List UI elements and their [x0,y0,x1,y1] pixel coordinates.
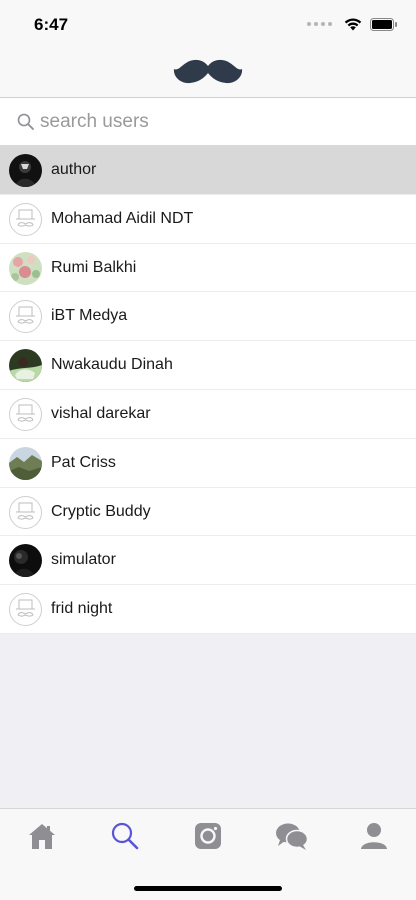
user-row[interactable]: simulator [0,536,416,586]
avatar [9,154,42,187]
default-avatar-icon [9,495,42,529]
user-name: Cryptic Buddy [51,502,151,520]
user-name: frid night [51,600,113,618]
user-row[interactable]: Nwakaudu Dinah [0,341,416,390]
wifi-icon [344,18,362,31]
home-icon [29,824,55,849]
tab-camera[interactable] [188,821,228,855]
default-avatar-icon [9,593,42,627]
tab-home[interactable] [22,821,62,855]
tab-profile[interactable] [354,821,394,855]
user-name: Pat Criss [51,453,116,471]
default-avatar-icon [9,397,42,431]
user-name: Mohamad Aidil NDT [51,209,194,227]
chat-icon [276,823,309,850]
search-input[interactable] [40,108,400,136]
user-row[interactable]: iBT Medya [0,292,416,342]
default-avatar-icon [9,300,42,334]
home-indicator [134,886,282,891]
default-avatar-icon [9,202,42,236]
tab-bar [0,808,416,900]
user-name: Rumi Balkhi [51,258,137,276]
battery-icon [370,17,397,31]
search-icon [17,113,34,130]
screen: 6:47 search users author Mohamad Aidil N… [0,0,416,900]
search-icon [111,822,139,850]
user-list: author Mohamad Aidil NDT Rumi Balkhi iBT… [0,146,416,634]
status-indicators [307,16,398,32]
avatar [9,544,42,578]
user-row[interactable]: Pat Criss [0,438,416,488]
avatar [9,349,42,383]
user-name: Nwakaudu Dinah [51,356,173,374]
user-row[interactable]: author [0,146,416,195]
status-time: 6:47 [34,15,69,34]
user-row[interactable]: frid night [0,585,416,634]
camera-icon [195,823,221,849]
user-row[interactable]: Cryptic Buddy [0,487,416,537]
user-name: vishal darekar [51,404,151,422]
user-row[interactable]: Mohamad Aidil NDT [0,194,416,244]
avatar [9,446,42,480]
cellular-signal-icon [307,22,332,26]
tab-search[interactable] [105,821,145,855]
user-name: simulator [51,551,116,569]
user-name: author [51,161,97,178]
user-row[interactable]: Rumi Balkhi [0,243,416,293]
user-name: iBT Medya [51,307,128,325]
nav-header [0,48,416,98]
status-bar: 6:47 [0,0,416,48]
tab-chat[interactable] [272,821,312,855]
mustache-icon [173,59,243,84]
avatar [9,251,42,285]
user-row[interactable]: vishal darekar [0,389,416,439]
search-bar [0,98,416,146]
profile-icon [361,823,387,849]
